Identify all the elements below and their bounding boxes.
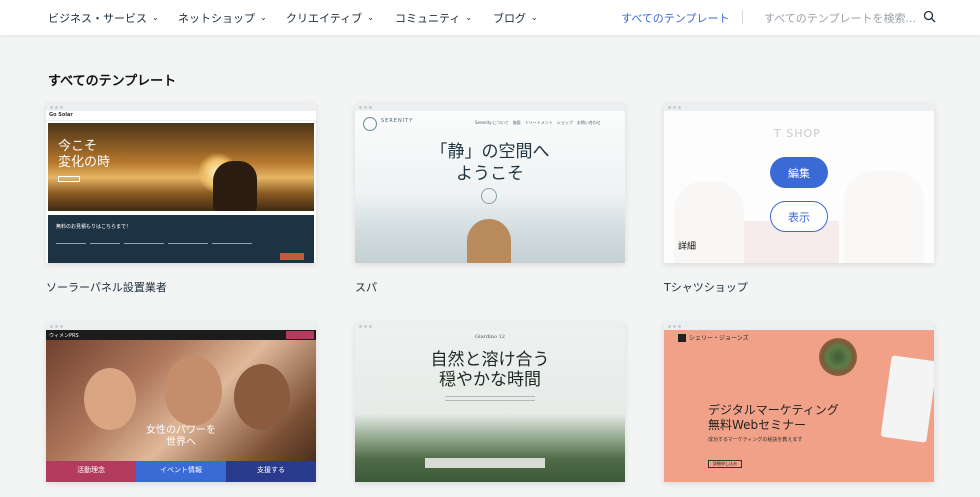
template-card-spa[interactable]: SERENITY Serenity について 施設 トリートメント ショップ お… (355, 103, 625, 294)
nav-item-online-shop[interactable]: ネットショップ ⌄ (178, 10, 267, 26)
preview-tabs: 活動理念 イベント情報 支援する (46, 461, 316, 482)
template-card-tshirt[interactable]: T SHOP 詳細 編集 表示 Tシャツショップ (664, 103, 934, 294)
preview-logo-icon (678, 334, 686, 342)
preview-cta: 詳細申し込み (708, 460, 742, 468)
preview-logo: ウィメンPRS (49, 333, 79, 339)
preview-headline: 今こそ 変化の時 (58, 139, 111, 170)
preview-logo: Go Solar (49, 112, 73, 118)
template-preview[interactable]: シェリー・ジョーンズ デジタルマーケティング 無料Webセミナー 成功するマーケ… (664, 322, 934, 482)
nav-item-label: コミュニティ (395, 12, 461, 25)
page-title: すべてのテンプレート (48, 74, 177, 89)
template-screenshot: シェリー・ジョーンズ デジタルマーケティング 無料Webセミナー 成功するマーケ… (664, 330, 934, 482)
browser-chrome (355, 103, 625, 111)
preview-tab: イベント情報 (136, 461, 226, 482)
template-card-marketing[interactable]: シェリー・ジョーンズ デジタルマーケティング 無料Webセミナー 成功するマーケ… (664, 322, 934, 482)
nav-item-label: ブログ (493, 12, 526, 25)
template-preview[interactable]: T SHOP 詳細 編集 表示 (664, 103, 934, 263)
template-name[interactable]: スパ (355, 279, 377, 295)
template-screenshot: ウィメンPRS 女性のパワーを 世界へ 活動理念 イベント情報 支援する (46, 330, 316, 482)
view-button[interactable]: 表示 (770, 201, 828, 232)
browser-chrome (46, 322, 316, 330)
nav-item-community[interactable]: コミュニティ ⌄ (395, 10, 472, 26)
browser-chrome (46, 103, 316, 111)
template-name[interactable]: ソーラーパネル設置業者 (46, 279, 167, 295)
chevron-down-icon: ⌄ (465, 12, 473, 22)
chevron-down-icon: ⌄ (152, 12, 159, 22)
template-screenshot: Giardino 12 自然と溶け合う 穏やかな時間 (355, 330, 625, 482)
preview-subtitle: 成功するマーケティングの秘訣を教えます (708, 437, 803, 443)
nav-item-label: クリエイティブ (286, 12, 363, 25)
search-input[interactable]: すべてのテンプレートを検索... (764, 10, 916, 26)
template-screenshot: T SHOP 詳細 編集 表示 (664, 111, 934, 263)
template-name[interactable]: Tシャツショップ (664, 279, 748, 295)
nav-all-templates-link[interactable]: すべてのテンプレート (621, 10, 729, 26)
preview-headline: 女性のパワーを 世界へ (146, 425, 216, 448)
edit-button[interactable]: 編集 (770, 157, 828, 188)
chevron-down-icon: ⌄ (260, 12, 267, 22)
nav-item-blog[interactable]: ブログ ⌄ (493, 10, 538, 26)
template-screenshot: Go Solar 今こそ 変化の時 無料のお見積もりはこちらまで！ (46, 111, 316, 263)
preview-brand: SERENITY (381, 118, 414, 124)
preview-headline: デジタルマーケティング 無料Webセミナー (708, 403, 839, 432)
chevron-down-icon: ⌄ (367, 12, 374, 22)
chevron-down-icon: ⌄ (531, 12, 538, 22)
template-preview[interactable]: Giardino 12 自然と溶け合う 穏やかな時間 (355, 322, 625, 482)
nav-item-creative[interactable]: クリエイティブ ⌄ (286, 10, 374, 26)
template-card-womens-pr[interactable]: ウィメンPRS 女性のパワーを 世界へ 活動理念 イベント情報 支援する (46, 322, 316, 482)
top-nav: ビジネス・サービス ⌄ ネットショップ ⌄ クリエイティブ ⌄ コミュニティ ⌄… (0, 0, 980, 35)
template-preview[interactable]: SERENITY Serenity について 施設 トリートメント ショップ お… (355, 103, 625, 263)
template-preview[interactable]: ウィメンPRS 女性のパワーを 世界へ 活動理念 イベント情報 支援する (46, 322, 316, 482)
template-card-garden[interactable]: Giardino 12 自然と溶け合う 穏やかな時間 (355, 322, 625, 482)
nav-divider (742, 10, 743, 24)
preview-shop-title: T SHOP (774, 127, 821, 140)
preview-form: 無料のお見積もりはこちらまで！ (48, 215, 314, 263)
search-icon[interactable] (923, 10, 936, 23)
browser-chrome (355, 322, 625, 330)
preview-hero: 今こそ 変化の時 (48, 123, 314, 211)
template-card-solar[interactable]: Go Solar 今こそ 変化の時 無料のお見積もりはこちらまで！ ソーラーパネ… (46, 103, 316, 294)
browser-chrome (664, 103, 934, 111)
scroll-down-icon (481, 188, 497, 204)
preview-brand: シェリー・ジョーンズ (689, 335, 749, 342)
preview-tab: 支援する (226, 461, 316, 482)
preview-detail-label: 詳細 (678, 242, 697, 252)
preview-headline: 自然と溶け合う 穏やかな時間 (430, 350, 550, 390)
nav-item-label: ネットショップ (178, 12, 255, 25)
preview-tab: 活動理念 (46, 461, 136, 482)
preview-logo-icon (363, 117, 377, 131)
template-preview[interactable]: Go Solar 今こそ 変化の時 無料のお見積もりはこちらまで！ (46, 103, 316, 263)
preview-brand: Giardino 12 (475, 334, 505, 340)
preview-headline: 「静」の空間へ ようこそ (430, 142, 550, 184)
preview-menu: Serenity について 施設 トリートメント ショップ お問い合わせ (475, 120, 601, 125)
preview-form-title: 無料のお見積もりはこちらまで！ (56, 224, 132, 230)
browser-chrome (664, 322, 934, 330)
nav-item-label: ビジネス・サービス (48, 12, 147, 25)
template-screenshot: SERENITY Serenity について 施設 トリートメント ショップ お… (355, 111, 625, 263)
nav-item-business[interactable]: ビジネス・サービス ⌄ (48, 10, 159, 26)
